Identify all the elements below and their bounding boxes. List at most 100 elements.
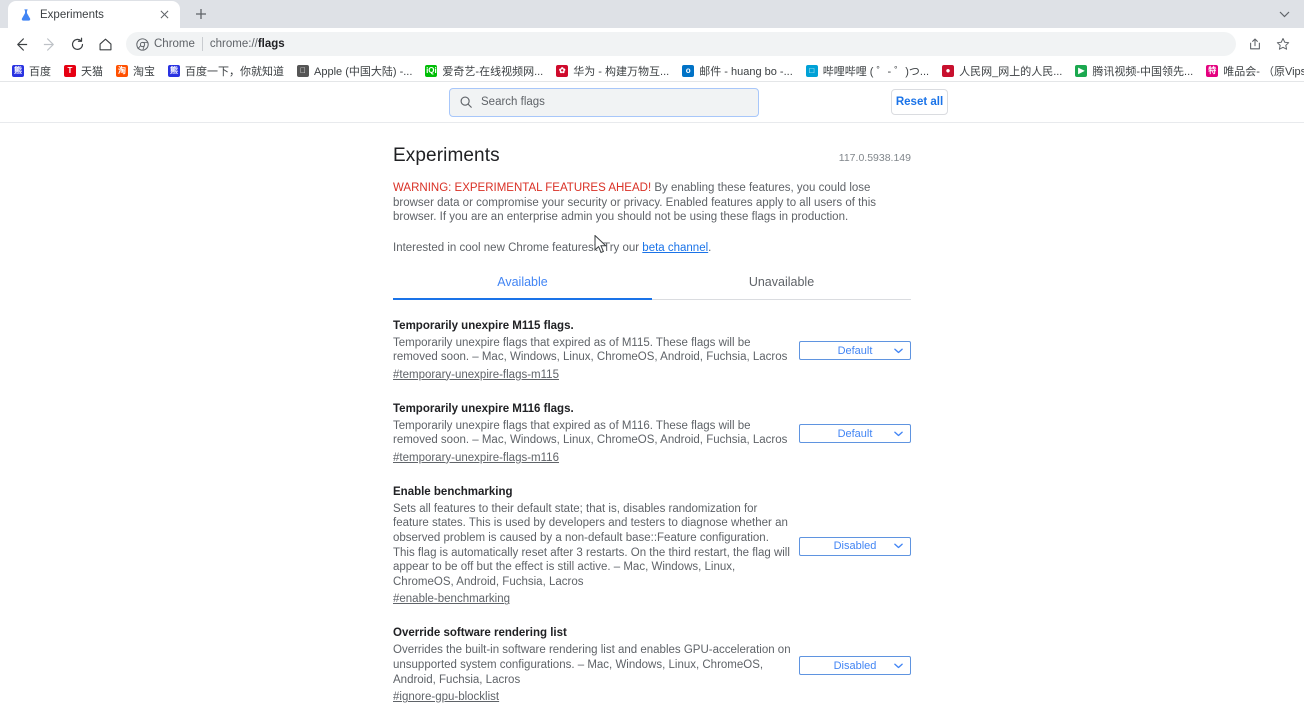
tencent-favicon-icon: ▶ bbox=[1075, 64, 1088, 77]
flag-info: Enable benchmarking Sets all features to … bbox=[393, 485, 793, 608]
chevron-down-icon bbox=[894, 431, 903, 437]
flag-permalink[interactable]: #ignore-gpu-blocklist bbox=[393, 691, 499, 703]
bookmark-item[interactable]: iQi 爱奇艺-在线视频网... bbox=[419, 61, 549, 81]
flag-permalink[interactable]: #temporary-unexpire-flags-m116 bbox=[393, 452, 559, 464]
warning-bold: WARNING: EXPERIMENTAL FEATURES AHEAD! bbox=[393, 182, 652, 194]
version-label: 117.0.5938.149 bbox=[838, 152, 911, 164]
flag-row: Temporarily unexpire M115 flags. Temporar… bbox=[393, 300, 911, 383]
tab-strip: Experiments bbox=[0, 0, 1304, 28]
chevron-down-icon bbox=[894, 663, 903, 669]
flag-info: Temporarily unexpire M115 flags. Temporar… bbox=[393, 319, 793, 383]
bookmark-label: 腾讯视频-中国领先... bbox=[1092, 65, 1194, 78]
vip-favicon-icon: 特 bbox=[1206, 64, 1219, 77]
search-icon bbox=[460, 96, 472, 108]
reset-all-button[interactable]: Reset all bbox=[891, 88, 948, 115]
bookmark-item[interactable]: □ 哔哩哔哩 ( ゜- ゜)つ... bbox=[800, 61, 935, 81]
bookmark-item[interactable]: 淘淘宝 bbox=[110, 61, 161, 81]
flag-description: Temporarily unexpire flags that expired … bbox=[393, 336, 788, 364]
flag-name: Temporarily unexpire M116 flags. bbox=[393, 402, 574, 415]
new-tab-button[interactable] bbox=[188, 1, 214, 27]
flag-info: Temporarily unexpire M116 flags. Temporar… bbox=[393, 402, 793, 466]
flag-row: Accelerated 2D canvasEnables the use of … bbox=[393, 705, 911, 721]
bookmark-label: 天猫 bbox=[81, 65, 103, 78]
tab-unavailable[interactable]: Unavailable bbox=[652, 275, 911, 299]
flag-control: Default bbox=[793, 424, 911, 444]
tab-title: Experiments bbox=[40, 8, 104, 21]
flag-state-value: Default bbox=[837, 427, 873, 440]
bookmark-label: 百度 bbox=[29, 65, 51, 78]
search-input[interactable]: Search flags bbox=[449, 87, 759, 117]
bilibili-favicon-icon: □ bbox=[805, 64, 818, 77]
flask-icon bbox=[21, 8, 31, 21]
page-viewport: Search flags Reset all Experiments 117.0… bbox=[0, 82, 1304, 721]
bookmark-label: 华为 - 构建万物互... bbox=[573, 65, 670, 78]
search-placeholder: Search flags bbox=[481, 96, 545, 108]
bookmark-item[interactable]: 特唯品会- （原Vipsh... bbox=[1200, 61, 1304, 81]
bookmark-label: 人民网_网上的人民... bbox=[959, 65, 1063, 78]
taobao-favicon-icon: 淘 bbox=[116, 64, 128, 77]
beta-suffix: . bbox=[708, 241, 712, 254]
bookmark-item[interactable]: 熊百度 bbox=[6, 61, 57, 81]
bookmark-item[interactable]: ▶ 腾讯视频-中国领先... bbox=[1069, 61, 1199, 81]
bookmark-label: 哔哩哔哩 ( ゜- ゜)つ... bbox=[822, 65, 930, 78]
bookmark-label: Apple (中国大陆) -... bbox=[314, 65, 413, 78]
reload-icon[interactable] bbox=[64, 31, 90, 57]
omnibox-url-prefix: chrome:// bbox=[209, 38, 258, 50]
bookmark-label: 百度一下，你就知道 bbox=[185, 65, 284, 78]
flag-info: Override software rendering list Override… bbox=[393, 626, 793, 705]
omnibox-chip-label: Chrome bbox=[154, 38, 195, 50]
chevron-down-icon bbox=[894, 543, 903, 549]
iqiyi-favicon-icon: iQi bbox=[425, 64, 438, 77]
outlook-favicon-icon: o bbox=[682, 64, 695, 77]
bookmark-item[interactable]:  Apple (中国大陆) -... bbox=[291, 61, 418, 81]
bookmark-item[interactable]: ● 人民网_网上的人民... bbox=[936, 61, 1068, 81]
bookmark-label: 唯品会- （原Vipsh... bbox=[1223, 65, 1304, 78]
tmall-favicon-icon: T bbox=[64, 64, 76, 77]
flag-control: Default bbox=[793, 341, 911, 361]
back-arrow-icon[interactable] bbox=[8, 31, 34, 57]
flag-row: Enable benchmarking Sets all features to … bbox=[393, 466, 911, 608]
chrome-logo-icon: Chrome bbox=[136, 37, 195, 51]
flag-name: Temporarily unexpire M115 flags. bbox=[393, 319, 574, 332]
home-icon[interactable] bbox=[92, 31, 118, 57]
flag-state-select[interactable]: Default bbox=[799, 424, 911, 444]
browser-toolbar: Chrome chrome://flags bbox=[0, 28, 1304, 60]
page-title: Experiments bbox=[393, 145, 500, 166]
omnibox-url: chrome://flags bbox=[210, 38, 285, 50]
browser-tab[interactable]: Experiments bbox=[8, 1, 180, 28]
flag-state-select[interactable]: Default bbox=[799, 341, 911, 361]
tab-available[interactable]: Available bbox=[393, 275, 652, 300]
bookmark-label: 淘宝 bbox=[133, 65, 155, 78]
close-icon[interactable] bbox=[157, 7, 172, 22]
flag-row: Override software rendering list Override… bbox=[393, 607, 911, 705]
omnibox-url-path: flags bbox=[257, 38, 285, 50]
bookmark-item[interactable]: 熊百度一下，你就知道 bbox=[162, 61, 290, 81]
bookmark-item[interactable]: T 天猫 bbox=[58, 61, 109, 81]
flag-permalink[interactable]: #enable-benchmarking bbox=[393, 593, 510, 605]
star-icon[interactable] bbox=[1270, 31, 1296, 57]
flag-control: Disabled bbox=[793, 536, 911, 556]
address-bar[interactable]: Chrome chrome://flags bbox=[126, 32, 1236, 56]
people-favicon-icon: ● bbox=[942, 64, 955, 77]
flag-state-select[interactable]: Disabled bbox=[799, 656, 911, 676]
chevron-down-icon bbox=[894, 348, 903, 354]
flags-content: Experiments 117.0.5938.149 WARNING: EXPE… bbox=[0, 124, 1304, 721]
baidu-favicon-icon: 熊 bbox=[12, 64, 24, 77]
bookmark-item[interactable]: o 邮件 - huang bo -... bbox=[676, 61, 799, 81]
beta-prefix: Interested in cool new Chrome features? … bbox=[393, 241, 643, 254]
forward-arrow-icon[interactable] bbox=[36, 31, 62, 57]
flag-state-value: Default bbox=[837, 344, 873, 357]
beta-channel-link[interactable]: beta channel bbox=[642, 242, 708, 254]
flag-state-select[interactable]: Disabled bbox=[799, 536, 911, 556]
flag-description: Sets all features to their default state… bbox=[393, 502, 790, 588]
share-icon[interactable] bbox=[1242, 31, 1268, 57]
chevron-down-icon[interactable] bbox=[1272, 4, 1296, 24]
flags-tabs: Available Unavailable bbox=[393, 275, 911, 300]
bookmark-label: 邮件 - huang bo -... bbox=[699, 65, 793, 78]
flag-row: Temporarily unexpire M116 flags. Temporar… bbox=[393, 383, 911, 466]
flags-search-row: Search flags Reset all bbox=[0, 82, 1304, 123]
bookmark-item[interactable]: ✿ 华为 - 构建万物互... bbox=[550, 61, 675, 81]
flag-state-value: Disabled bbox=[833, 540, 877, 553]
bookmark-label: 爱奇艺-在线视频网... bbox=[442, 65, 544, 78]
flag-permalink[interactable]: #temporary-unexpire-flags-m115 bbox=[393, 369, 559, 381]
